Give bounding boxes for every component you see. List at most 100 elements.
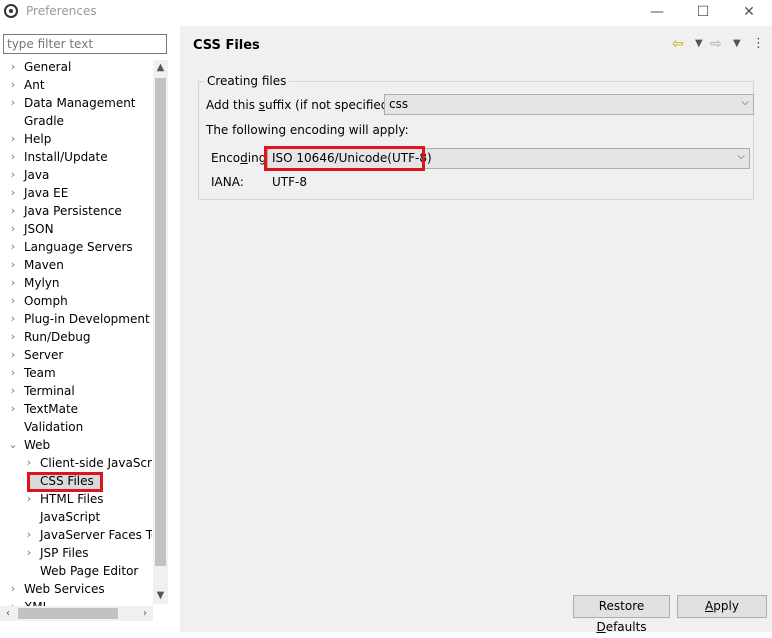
scroll-up-icon[interactable]: ▲: [153, 60, 168, 76]
window-title: Preferences: [26, 4, 97, 18]
scroll-down-icon[interactable]: ▼: [153, 588, 168, 604]
chevron-right-icon[interactable]: ›: [8, 130, 18, 148]
tree-item[interactable]: › Maven: [0, 256, 152, 274]
tree-item-label: General: [24, 60, 72, 74]
tree-item[interactable]: JavaScript: [0, 508, 152, 526]
tree-item-label: Client-side JavaScript: [40, 456, 152, 470]
iana-value: UTF-8: [272, 175, 307, 189]
chevron-right-icon[interactable]: ›: [8, 328, 18, 346]
tree-item[interactable]: › Plug-in Development: [0, 310, 152, 328]
chevron-right-icon[interactable]: ›: [8, 166, 18, 184]
chevron-right-icon[interactable]: ›: [24, 544, 34, 562]
tree-item[interactable]: › Java EE: [0, 184, 152, 202]
forward-arrow-icon[interactable]: ⇨: [710, 36, 722, 52]
encoding-note: The following encoding will apply:: [206, 123, 409, 137]
scroll-left-icon[interactable]: ‹: [0, 606, 16, 621]
tree-item-label: HTML Files: [40, 492, 104, 506]
tree-item[interactable]: › General: [0, 58, 152, 76]
tree-item[interactable]: › Oomph: [0, 292, 152, 310]
chevron-right-icon[interactable]: ›: [8, 238, 18, 256]
eclipse-icon: [4, 4, 18, 18]
back-dropdown-icon[interactable]: ▼: [695, 38, 703, 49]
page-title: CSS Files: [193, 38, 260, 53]
tree-item-label: Terminal: [24, 384, 75, 398]
tree-item[interactable]: › Install/Update: [0, 148, 152, 166]
tree-item-label: Oomph: [24, 294, 68, 308]
back-arrow-icon[interactable]: ⇦: [672, 36, 684, 52]
annotation-box-css-files: [27, 472, 103, 492]
tree-item[interactable]: › Mylyn: [0, 274, 152, 292]
chevron-right-icon[interactable]: ›: [8, 292, 18, 310]
chevron-right-icon[interactable]: ›: [8, 184, 18, 202]
tree-item[interactable]: › Server: [0, 346, 152, 364]
tree-item-label: Maven: [24, 258, 64, 272]
tree-item[interactable]: › Team: [0, 364, 152, 382]
tree-item[interactable]: › Client-side JavaScript: [0, 454, 152, 472]
restore-defaults-button[interactable]: Restore Defaults: [573, 595, 670, 634]
chevron-right-icon[interactable]: ›: [8, 58, 18, 76]
tree-item[interactable]: › JSON: [0, 220, 152, 238]
tree-item[interactable]: › Java Persistence: [0, 202, 152, 220]
tree-item[interactable]: › Java: [0, 166, 152, 184]
chevron-right-icon[interactable]: ›: [8, 310, 18, 328]
tree-item[interactable]: › Language Servers: [0, 238, 152, 256]
close-button[interactable]: ✕: [726, 1, 772, 23]
view-menu-icon[interactable]: ⋮: [752, 36, 765, 51]
tree-item[interactable]: › Ant: [0, 76, 152, 94]
tree-item[interactable]: › JSP Files: [0, 544, 152, 562]
tree-item[interactable]: › TextMate: [0, 400, 152, 418]
tree-item-label: Mylyn: [24, 276, 60, 290]
annotation-box-encoding: [264, 146, 425, 171]
tree-item[interactable]: ⌄ Web: [0, 436, 152, 454]
chevron-right-icon[interactable]: ›: [8, 94, 18, 112]
tree-item-label: Data Management: [24, 96, 136, 110]
scroll-thumb[interactable]: [155, 78, 166, 566]
apply-button[interactable]: Apply: [677, 595, 767, 618]
tree-item-label: Java EE: [24, 186, 69, 200]
tree-horizontal-scrollbar[interactable]: ‹ ›: [0, 606, 153, 621]
chevron-right-icon[interactable]: ›: [24, 526, 34, 544]
chevron-right-icon[interactable]: ›: [8, 364, 18, 382]
filter-input[interactable]: [3, 34, 167, 54]
scroll-right-icon[interactable]: ›: [137, 606, 153, 621]
tree-item[interactable]: › HTML Files: [0, 490, 152, 508]
tree-item-label: Help: [24, 132, 52, 146]
chevron-right-icon[interactable]: ›: [24, 454, 34, 472]
tree-item[interactable]: Validation: [0, 418, 152, 436]
tree-item[interactable]: › Web Services: [0, 580, 152, 598]
chevron-right-icon[interactable]: ›: [8, 274, 18, 292]
chevron-right-icon[interactable]: ›: [8, 76, 18, 94]
tree-item-label: Team: [24, 366, 56, 380]
tree-vertical-scrollbar[interactable]: ▲ ▼: [153, 60, 168, 604]
iana-label: IANA:: [211, 175, 244, 189]
chevron-right-icon[interactable]: ›: [8, 382, 18, 400]
tree-item[interactable]: › JavaServer Faces Tools: [0, 526, 152, 544]
chevron-right-icon[interactable]: ›: [8, 256, 18, 274]
suffix-value: css: [389, 97, 409, 111]
chevron-right-icon[interactable]: ›: [8, 400, 18, 418]
chevron-right-icon[interactable]: ›: [8, 220, 18, 238]
chevron-right-icon[interactable]: ›: [8, 346, 18, 364]
chevron-right-icon[interactable]: ›: [8, 202, 18, 220]
chevron-right-icon[interactable]: ›: [24, 490, 34, 508]
chevron-right-icon[interactable]: ›: [8, 580, 18, 598]
minimize-button[interactable]: —: [634, 1, 680, 23]
chevron-down-icon[interactable]: ⌄: [8, 436, 18, 454]
tree-item[interactable]: Web Page Editor: [0, 562, 152, 580]
tree-item[interactable]: Gradle: [0, 112, 152, 130]
chevron-right-icon[interactable]: ›: [8, 148, 18, 166]
tree-item-label: Validation: [24, 420, 84, 434]
tree-item-label: Java Persistence: [24, 204, 122, 218]
tree-item-label: Language Servers: [24, 240, 133, 254]
tree-item-label: TextMate: [24, 402, 79, 416]
maximize-button[interactable]: ☐: [680, 1, 726, 23]
tree-item-label: Java: [24, 168, 50, 182]
tree-item[interactable]: › Terminal: [0, 382, 152, 400]
suffix-combo[interactable]: css ⌵: [384, 94, 754, 115]
forward-dropdown-icon[interactable]: ▼: [733, 38, 741, 49]
tree-item-label: Run/Debug: [24, 330, 91, 344]
tree-item[interactable]: › Help: [0, 130, 152, 148]
tree-item[interactable]: › Run/Debug: [0, 328, 152, 346]
hscroll-thumb[interactable]: [18, 608, 118, 619]
tree-item[interactable]: › Data Management: [0, 94, 152, 112]
